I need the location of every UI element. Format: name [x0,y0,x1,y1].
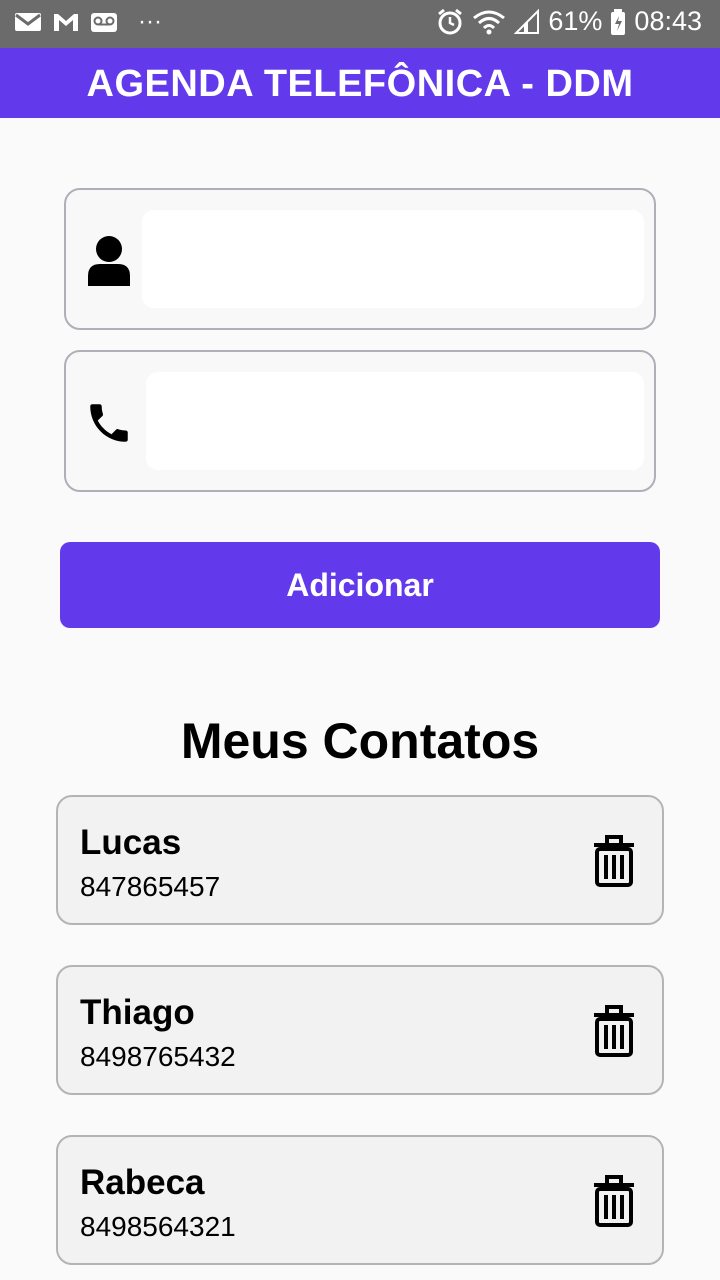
phone-input[interactable] [146,372,644,470]
status-bar: ··· 61% 08:43 [0,0,720,48]
contact-name: Rabeca [80,1163,205,1202]
name-field-container [64,188,656,330]
trash-icon[interactable] [588,1173,640,1229]
contact-card: Thiago 8498765432 [56,965,664,1095]
email-icon [14,10,42,34]
add-button[interactable]: Adicionar [60,542,660,628]
more-notifications-icon: ··· [138,8,162,35]
system-icons: 61% 08:43 [436,6,702,37]
app-title: AGENDA TELEFÔNICA - DDM [86,63,634,105]
voicemail-icon [90,10,118,34]
contact-phone: 8498765432 [80,1041,236,1072]
contact-card: Lucas 847865457 [56,795,664,925]
signal-icon [514,8,540,35]
name-input[interactable] [142,210,644,308]
gmail-icon [52,10,80,34]
alarm-icon [436,8,464,36]
person-icon [84,234,134,288]
trash-icon[interactable] [588,833,640,889]
phone-field-container [64,350,656,492]
trash-icon[interactable] [588,1003,640,1059]
contact-card: Rabeca 8498564321 [56,1135,664,1265]
contact-name: Thiago [80,993,195,1032]
wifi-icon [472,8,506,36]
battery-icon [610,8,626,36]
section-title: Meus Contatos [180,713,540,769]
clock: 08:43 [634,6,702,36]
contact-name: Lucas [80,823,182,862]
phone-icon [84,396,134,450]
app-bar: AGENDA TELEFÔNICA - DDM [0,48,720,118]
battery-percent: 61% [548,6,603,36]
contact-phone: 8498564321 [80,1211,236,1242]
notification-icons: ··· [14,8,162,36]
contact-phone: 847865457 [80,871,221,902]
